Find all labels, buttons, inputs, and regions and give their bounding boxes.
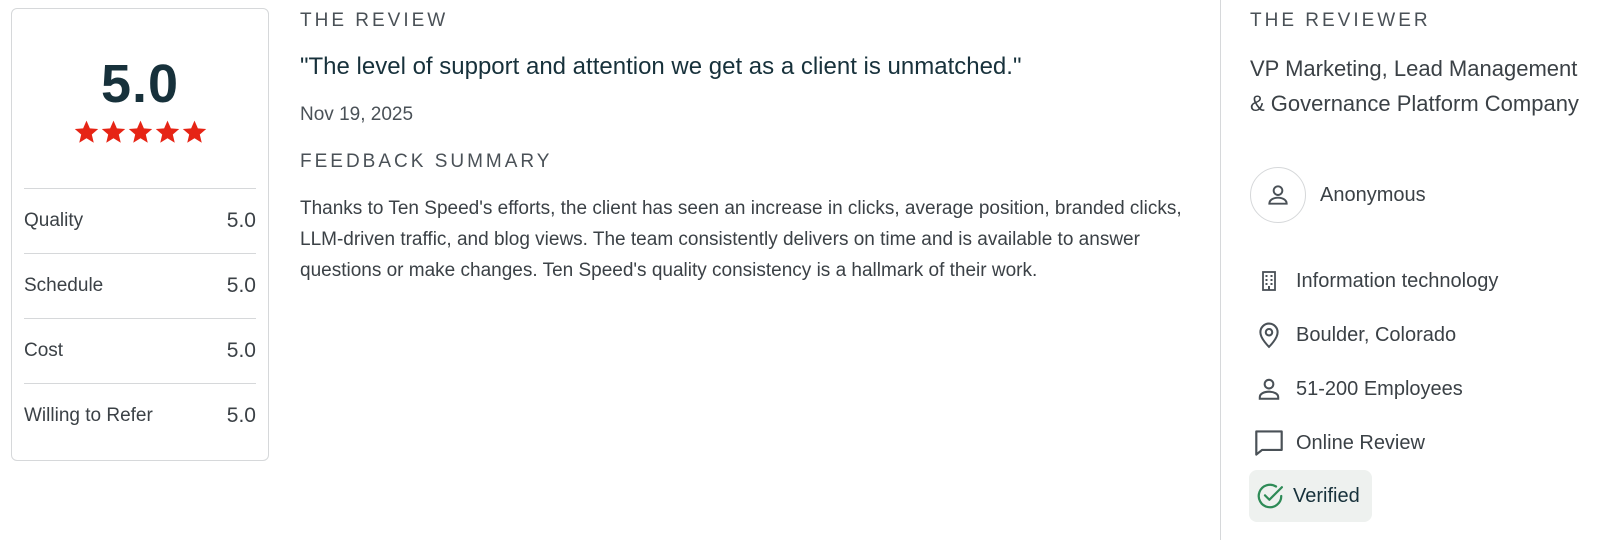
verified-label: Verified	[1293, 484, 1360, 507]
detail-text: Information technology	[1296, 269, 1499, 292]
star-icon	[155, 120, 179, 143]
score-value: 5.0	[226, 404, 256, 427]
review-quote: "The level of support and attention we g…	[300, 53, 1022, 80]
detail-industry: Information technology	[1252, 254, 1498, 308]
verified-badge: Verified	[1249, 470, 1372, 522]
score-value: 5.0	[226, 274, 256, 297]
score-value: 5.0	[226, 339, 256, 362]
score-label: Schedule	[24, 275, 104, 296]
reviewer-details: Information technology Boulder, Colorado…	[1252, 254, 1498, 470]
score-row-quality: Quality 5.0	[24, 188, 256, 253]
person-icon	[1252, 372, 1286, 406]
avatar	[1250, 167, 1306, 223]
score-row-willing-to-refer: Willing to Refer 5.0	[24, 383, 256, 448]
check-circle-icon	[1257, 483, 1283, 509]
score-label: Quality	[24, 210, 84, 231]
reviewer-identity: Anonymous	[1250, 167, 1426, 223]
column-divider	[1220, 0, 1221, 540]
detail-location: Boulder, Colorado	[1252, 308, 1498, 362]
score-row-cost: Cost 5.0	[24, 318, 256, 383]
reviewer-title: VP Marketing, Lead Management & Governan…	[1250, 56, 1579, 116]
star-icon	[128, 120, 152, 143]
detail-company-size: 51-200 Employees	[1252, 362, 1498, 416]
score-label: Cost	[24, 340, 64, 361]
star-icon	[101, 120, 125, 143]
rating-card: 5.0 Quality 5.0 Schedule 5.0 Cost 5.0 Wi…	[11, 8, 269, 461]
feedback-summary-heading: FEEDBACK SUMMARY	[300, 151, 553, 172]
building-icon	[1252, 264, 1286, 298]
detail-review-source: Online Review	[1252, 416, 1498, 470]
score-label: Willing to Refer	[24, 405, 153, 426]
location-pin-icon	[1252, 318, 1286, 352]
reviewer-name: Anonymous	[1320, 183, 1426, 206]
score-breakdown: Quality 5.0 Schedule 5.0 Cost 5.0 Willin…	[24, 188, 256, 448]
review-heading: THE REVIEW	[300, 10, 449, 31]
user-icon	[1268, 185, 1288, 205]
score-row-schedule: Schedule 5.0	[24, 253, 256, 318]
score-value: 5.0	[226, 209, 256, 232]
reviewer-heading: THE REVIEWER	[1250, 10, 1431, 31]
detail-text: 51-200 Employees	[1296, 377, 1463, 400]
star-rating	[12, 119, 268, 145]
review-date: Nov 19, 2025	[300, 104, 414, 125]
overall-score: 5.0	[100, 54, 180, 114]
detail-text: Online Review	[1296, 431, 1425, 454]
chat-bubble-icon	[1252, 426, 1286, 460]
detail-text: Boulder, Colorado	[1296, 323, 1457, 346]
feedback-summary-text: Thanks to Ten Speed's efforts, the clien…	[300, 198, 1182, 281]
star-icon	[182, 120, 206, 143]
star-icon	[74, 120, 98, 143]
